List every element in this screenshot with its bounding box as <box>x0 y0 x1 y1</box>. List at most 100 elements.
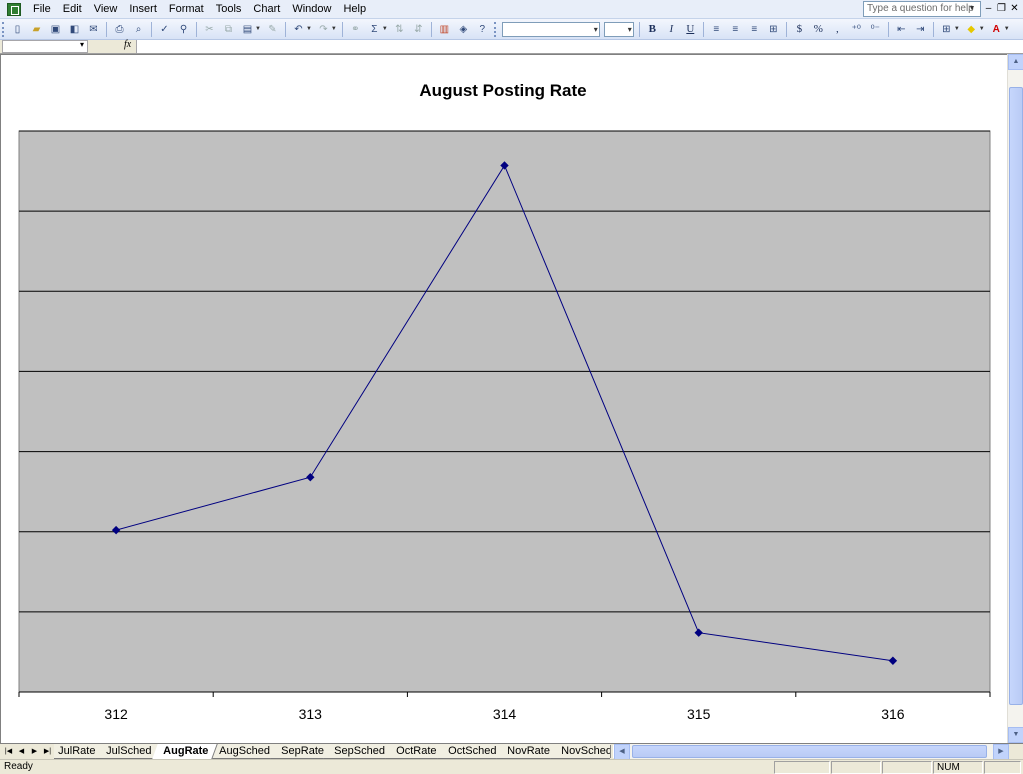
toolbar-separator <box>151 21 152 37</box>
format-painter-icon[interactable]: ✎ <box>264 21 281 38</box>
previous-sheet-icon[interactable]: ◀ <box>15 745 28 758</box>
toolbar-separator <box>638 21 640 37</box>
next-sheet-icon[interactable]: ▶ <box>28 745 41 758</box>
first-sheet-icon[interactable]: |◀ <box>2 745 15 758</box>
insert-function-icon[interactable]: fx <box>124 39 131 50</box>
toolbar-separator <box>932 21 934 37</box>
name-box[interactable] <box>2 40 88 53</box>
chevron-down-icon[interactable]: ▼ <box>255 26 261 32</box>
horizontal-scroll-thumb[interactable] <box>632 745 987 758</box>
font-size-select[interactable] <box>603 21 634 37</box>
plot-area[interactable] <box>18 130 991 693</box>
autosum-icon[interactable]: Σ <box>366 21 383 38</box>
toolbar-grip[interactable] <box>2 21 5 37</box>
menu-tools[interactable]: Tools <box>210 0 248 19</box>
sort-descending-icon[interactable]: ⇵ <box>410 21 427 38</box>
menu-edit[interactable]: Edit <box>57 0 88 19</box>
align-left-icon[interactable]: ≡ <box>708 21 725 38</box>
sheet-tabs-bar: |◀ ◀ ▶ ▶| JulRate JulSched AugRate AugSched… <box>0 743 1023 760</box>
x-tick-label: 316 <box>881 706 905 722</box>
close-window-icon[interactable]: ✕ <box>1008 2 1021 15</box>
scroll-up-icon[interactable]: ▲ <box>1008 54 1023 70</box>
comma-style-button[interactable]: , <box>829 21 846 38</box>
borders-icon[interactable]: ⊞ <box>938 21 955 38</box>
percent-button[interactable]: % <box>810 21 827 38</box>
horizontal-scrollbar[interactable]: ◀ ▶ <box>614 744 1009 760</box>
chevron-down-icon[interactable]: ▼ <box>382 26 388 32</box>
open-folder-icon[interactable]: ▰ <box>28 21 45 38</box>
font-name-select[interactable] <box>501 21 600 37</box>
excel-app-icon[interactable] <box>7 2 21 16</box>
menu-file[interactable]: File <box>27 0 57 19</box>
increase-decimal-icon[interactable]: ⁺⁰ <box>848 21 865 38</box>
vertical-scroll-thumb[interactable] <box>1009 87 1023 705</box>
decrease-decimal-icon[interactable]: ⁰⁻ <box>867 21 884 38</box>
redo-icon[interactable]: ↷ <box>315 21 332 38</box>
email-icon[interactable]: ✉ <box>85 21 102 38</box>
minimize-window-icon[interactable]: – <box>982 2 995 15</box>
chevron-down-icon[interactable]: ▼ <box>331 26 337 32</box>
help-search-placeholder: Type a question for help <box>867 3 974 14</box>
currency-button[interactable]: $ <box>791 21 808 38</box>
sheet-tab-julsched[interactable]: JulSched <box>95 744 162 759</box>
menu-help[interactable]: Help <box>337 0 372 19</box>
vertical-scrollbar[interactable]: ▲ ▼ <box>1007 54 1023 743</box>
font-color-icon[interactable]: A <box>988 21 1005 38</box>
sheet-tab-label: JulSched <box>106 745 152 757</box>
underline-button[interactable]: U <box>682 21 699 38</box>
print-preview-icon[interactable]: ⌕ <box>130 21 147 38</box>
sheet-tab-augsched[interactable]: AugSched <box>208 744 280 759</box>
chart-title[interactable]: August Posting Rate <box>419 81 586 100</box>
sheet-tab-sepsched[interactable]: SepSched <box>323 744 395 759</box>
restore-window-icon[interactable]: ❐ <box>995 2 1008 15</box>
help-icon[interactable]: ? <box>474 21 491 38</box>
menu-view[interactable]: View <box>88 0 124 19</box>
chevron-down-icon[interactable]: ▼ <box>1004 26 1010 32</box>
chart-sheet[interactable]: August Posting Rate 312 313 314 315 316 <box>0 54 1007 743</box>
increase-indent-icon[interactable]: ⇥ <box>912 21 929 38</box>
scroll-right-icon[interactable]: ▶ <box>993 744 1009 760</box>
menu-window[interactable]: Window <box>286 0 337 19</box>
sheet-tab-label: NovSched <box>560 745 610 757</box>
menu-insert[interactable]: Insert <box>123 0 163 19</box>
new-file-icon[interactable]: ▯ <box>9 21 26 38</box>
spelling-icon[interactable]: ✓ <box>156 21 173 38</box>
sheet-tab-novsched[interactable]: NovSched <box>549 744 610 759</box>
print-icon[interactable]: ⎙ <box>111 21 128 38</box>
merge-center-icon[interactable]: ⊞ <box>765 21 782 38</box>
help-search-input[interactable]: Type a question for help ▼ <box>863 1 981 17</box>
undo-icon[interactable]: ↶ <box>290 21 307 38</box>
x-tick-label: 312 <box>104 706 128 722</box>
chevron-down-icon[interactable]: ▼ <box>954 26 960 32</box>
paste-icon[interactable]: ▤ <box>239 21 256 38</box>
status-text: Ready <box>4 761 33 772</box>
scroll-down-icon[interactable]: ▼ <box>1008 727 1023 743</box>
toolbar-grip[interactable] <box>493 21 497 37</box>
scroll-left-icon[interactable]: ◀ <box>614 744 630 760</box>
drawing-icon[interactable]: ◈ <box>455 21 472 38</box>
research-icon[interactable]: ⚲ <box>175 21 192 38</box>
formula-input[interactable] <box>136 40 1023 53</box>
chevron-down-icon[interactable]: ▼ <box>306 26 312 32</box>
hyperlink-icon[interactable]: ⚭ <box>347 21 364 38</box>
cut-icon[interactable]: ✂ <box>201 21 218 38</box>
sort-ascending-icon[interactable]: ⇅ <box>391 21 408 38</box>
menu-chart[interactable]: Chart <box>247 0 286 19</box>
line-chart[interactable]: August Posting Rate 312 313 314 315 316 <box>1 55 1007 743</box>
sheet-tab-octsched[interactable]: OctSched <box>436 744 506 759</box>
align-center-icon[interactable]: ≡ <box>727 21 744 38</box>
chart-wizard-icon[interactable]: ▥ <box>436 21 453 38</box>
chevron-down-icon[interactable]: ▼ <box>966 2 978 16</box>
save-icon[interactable]: ▣ <box>47 21 64 38</box>
bold-button[interactable]: B <box>644 21 661 38</box>
fill-color-icon[interactable]: ◆ <box>963 21 980 38</box>
chevron-down-icon[interactable]: ▼ <box>979 26 985 32</box>
italic-button[interactable]: I <box>663 21 680 38</box>
sheet-tab-augrate[interactable]: AugRate <box>151 744 218 759</box>
permission-icon[interactable]: ◧ <box>66 21 83 38</box>
menu-format[interactable]: Format <box>163 0 210 19</box>
last-sheet-icon[interactable]: ▶| <box>41 745 54 758</box>
align-right-icon[interactable]: ≡ <box>746 21 763 38</box>
decrease-indent-icon[interactable]: ⇤ <box>893 21 910 38</box>
copy-icon[interactable]: ⧉ <box>220 21 237 38</box>
